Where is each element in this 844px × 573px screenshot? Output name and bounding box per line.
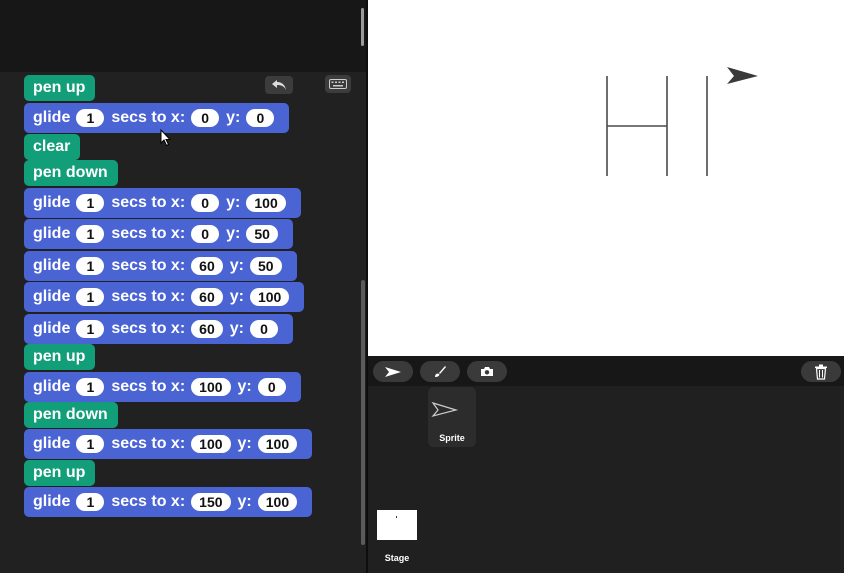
block-keyword: secs to x: — [111, 320, 186, 337]
secs-input[interactable]: 1 — [76, 378, 105, 396]
stage-label: Stage — [384, 553, 410, 563]
glide-block[interactable]: glide 1 secs to x: 60 y: 50 — [24, 251, 297, 281]
secs-input[interactable]: 1 — [76, 288, 105, 306]
glide-block[interactable]: glide 1 secs to x: 0 y: 0 — [24, 103, 290, 133]
block-keyword: glide — [33, 435, 71, 452]
glide-block[interactable]: glide 1 secs to x: 150 y: 100 — [24, 487, 313, 517]
y-input[interactable]: 100 — [246, 194, 286, 212]
block-keyword: y: — [226, 194, 241, 211]
stage-thumbnail-drawing — [396, 516, 397, 518]
glide-block[interactable]: glide 1 secs to x: 100 y: 100 — [24, 429, 313, 459]
y-input[interactable]: 100 — [257, 493, 298, 511]
pen-block[interactable]: pen down — [24, 160, 118, 186]
block-keyword: glide — [33, 109, 71, 126]
block-keyword: secs to x: — [111, 194, 186, 211]
script-area-header — [0, 0, 367, 72]
glide-block[interactable]: glide 1 secs to x: 0 y: 100 — [24, 188, 301, 218]
y-input[interactable]: 50 — [249, 257, 282, 275]
stage[interactable] — [368, 0, 844, 356]
x-input[interactable]: 60 — [191, 257, 223, 275]
block-keyword: secs to x: — [111, 109, 186, 126]
block-keyword: secs to x: — [111, 435, 186, 452]
x-input[interactable]: 60 — [191, 288, 223, 306]
block-keyword: glide — [33, 194, 71, 211]
block-keyword: y: — [226, 109, 241, 126]
trash-icon — [815, 364, 827, 380]
block-keyword: secs to x: — [111, 378, 186, 395]
block-keyword: y: — [237, 378, 252, 395]
sprite-label: Sprite — [439, 433, 465, 443]
block-label: pen up — [33, 79, 86, 96]
arrow-icon — [385, 366, 401, 377]
block-keyword: y: — [229, 288, 244, 305]
secs-input[interactable]: 1 — [76, 225, 105, 243]
secs-input[interactable]: 1 — [76, 493, 105, 511]
block-keyword: glide — [33, 225, 71, 242]
add-turtle-button[interactable] — [373, 361, 413, 382]
script-scrollbar[interactable] — [361, 280, 365, 545]
block-label: clear — [33, 138, 71, 155]
block-keyword: glide — [33, 320, 71, 337]
secs-input[interactable]: 1 — [76, 320, 105, 338]
undo-button[interactable] — [265, 76, 293, 94]
y-input[interactable]: 0 — [246, 109, 275, 127]
x-input[interactable]: 150 — [191, 493, 231, 511]
stage-thumbnail[interactable] — [377, 510, 417, 540]
paintbrush-icon — [435, 365, 446, 377]
y-input[interactable]: 100 — [249, 288, 290, 306]
block-keyword: y: — [237, 435, 252, 452]
block-keyword: glide — [33, 257, 71, 274]
block-keyword: secs to x: — [111, 288, 186, 305]
block-keyword: glide — [33, 378, 71, 395]
x-input[interactable]: 0 — [191, 225, 220, 243]
sprite-arrow-icon — [727, 67, 758, 84]
glide-block[interactable]: glide 1 secs to x: 60 y: 0 — [24, 314, 293, 344]
block-keyword: y: — [226, 225, 241, 242]
y-input[interactable]: 50 — [246, 225, 278, 243]
sprite-arrow-icon — [431, 401, 459, 418]
paint-new-sprite-button[interactable] — [420, 361, 460, 382]
x-input[interactable]: 0 — [191, 109, 220, 127]
palette-scrollbar[interactable] — [361, 8, 364, 46]
pen-block[interactable]: pen up — [24, 460, 96, 486]
pen-block[interactable]: clear — [24, 134, 81, 160]
secs-input[interactable]: 1 — [76, 109, 105, 127]
block-label: pen up — [33, 464, 86, 481]
block-keyword: y: — [237, 493, 252, 510]
x-input[interactable]: 0 — [191, 194, 220, 212]
secs-input[interactable]: 1 — [76, 194, 105, 212]
x-input[interactable]: 100 — [191, 435, 231, 453]
camera-icon — [481, 367, 493, 376]
keyboard-entry-button[interactable] — [325, 75, 351, 93]
block-label: pen down — [33, 406, 108, 423]
mouse-cursor-icon — [160, 129, 172, 147]
block-keyword: glide — [33, 288, 71, 305]
camera-sprite-button[interactable] — [467, 361, 507, 382]
y-input[interactable]: 0 — [257, 378, 286, 396]
pen-block[interactable]: pen up — [24, 75, 96, 101]
stage-drawing — [606, 67, 758, 176]
delete-sprite-button[interactable] — [801, 361, 841, 382]
block-label: pen down — [33, 164, 108, 181]
y-input[interactable]: 100 — [257, 435, 298, 453]
block-label: pen up — [33, 348, 86, 365]
secs-input[interactable]: 1 — [76, 257, 105, 275]
pen-block[interactable]: pen up — [24, 344, 96, 370]
block-keyword: y: — [229, 320, 244, 337]
glide-block[interactable]: glide 1 secs to x: 0 y: 50 — [24, 219, 293, 249]
block-keyword: glide — [33, 493, 71, 510]
pen-block[interactable]: pen down — [24, 402, 118, 428]
block-keyword: secs to x: — [111, 257, 186, 274]
undo-arrow-icon — [272, 80, 286, 90]
glide-block[interactable]: glide 1 secs to x: 60 y: 100 — [24, 282, 305, 312]
block-keyword: secs to x: — [111, 493, 186, 510]
glide-block[interactable]: glide 1 secs to x: 100 y: 0 — [24, 372, 301, 402]
y-input[interactable]: 0 — [249, 320, 278, 338]
secs-input[interactable]: 1 — [76, 435, 105, 453]
x-input[interactable]: 100 — [191, 378, 231, 396]
x-input[interactable]: 60 — [191, 320, 223, 338]
keyboard-icon — [329, 79, 347, 89]
block-keyword: y: — [229, 257, 244, 274]
block-keyword: secs to x: — [111, 225, 186, 242]
